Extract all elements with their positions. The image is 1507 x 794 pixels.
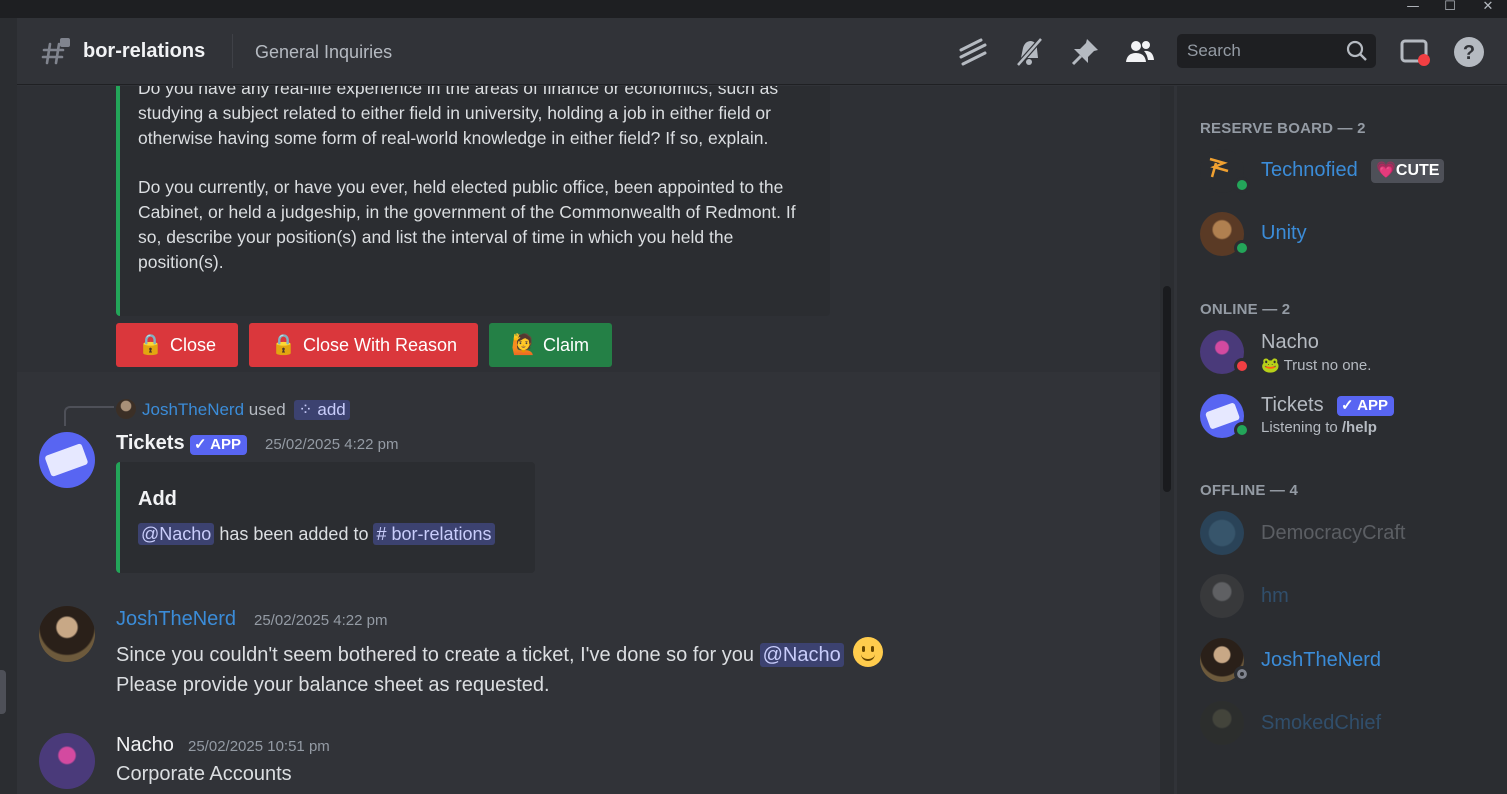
message-text: Corporate Accounts: [116, 763, 292, 785]
avatar: [1200, 701, 1244, 745]
member-section-header: RESERVE BOARD — 2: [1200, 120, 1366, 137]
help-icon[interactable]: ?: [1453, 36, 1485, 68]
member-name: JoshTheNerd: [1261, 649, 1382, 671]
member-section-header: OFFLINE — 4: [1200, 482, 1299, 499]
message-text: Please provide your balance sheet as req…: [116, 674, 550, 696]
avatar[interactable]: [39, 606, 95, 662]
claim-button-label: Claim: [543, 335, 590, 355]
user-mention[interactable]: @Nacho: [759, 643, 844, 667]
online-status-icon: [1234, 422, 1250, 438]
member-name: Tickets: [1261, 394, 1324, 416]
close-with-reason-label: Close With Reason: [303, 335, 458, 355]
close-button[interactable]: 🔒 Close: [116, 323, 238, 367]
avatar: [1200, 574, 1244, 618]
header-divider: [232, 34, 233, 68]
close-window-button[interactable]: ✕: [1470, 0, 1506, 18]
channel-topic[interactable]: General Inquiries: [255, 42, 392, 63]
avatar: [1200, 511, 1244, 555]
window-titlebar: — ☐ ✕: [0, 0, 1507, 18]
embed-form-text: Do you have any real-life experience in …: [138, 86, 796, 272]
command-name: add: [317, 400, 346, 419]
app-badge: ✓ APP: [190, 435, 248, 455]
member-tag: 💗CUTE: [1371, 159, 1445, 183]
avatar[interactable]: [39, 432, 95, 488]
inbox-icon[interactable]: [1399, 36, 1431, 68]
slash-command-chip[interactable]: ⁘ add: [294, 400, 350, 420]
message-line: Since you couldn't seem bothered to crea…: [116, 644, 755, 666]
member-name: SmokedChief: [1261, 712, 1382, 734]
embed-body: @Nacho has been added to # bor-relations: [138, 523, 495, 545]
member-section-header: ONLINE — 2: [1200, 301, 1291, 318]
message-author[interactable]: JoshTheNerd: [116, 608, 236, 631]
search-placeholder: Search: [1187, 41, 1241, 60]
reply-connector: [64, 406, 114, 426]
member-custom-status: 🐸 Trust no one.: [1261, 357, 1372, 374]
channel-name: bor-relations: [83, 40, 206, 62]
add-embed: Add @Nacho has been added to # bor-relat…: [116, 462, 535, 573]
message-timestamp: 25/02/2025 4:22 pm: [254, 612, 388, 629]
pin-icon[interactable]: [1069, 36, 1101, 68]
message-author[interactable]: Tickets: [116, 432, 185, 455]
reply-used-text: used: [248, 400, 286, 419]
server-indicator: [0, 670, 6, 714]
member-name: hm: [1261, 585, 1289, 607]
threads-icon[interactable]: [957, 36, 989, 68]
user-mention[interactable]: @Nacho: [138, 523, 215, 545]
lock-icon: 🔒: [138, 334, 163, 356]
message-list[interactable]: Do you have any real-life experience in …: [17, 86, 1160, 794]
slight-smile-emoji-icon: [853, 637, 884, 667]
search-icon: [1346, 40, 1367, 61]
raised-hand-person-icon: 🙋: [511, 334, 536, 356]
message-timestamp: 25/02/2025 10:51 pm: [188, 738, 330, 755]
scrollbar-thumb[interactable]: [1163, 286, 1171, 492]
embed-body-text: has been added to: [219, 524, 369, 544]
message-timestamp: 25/02/2025 4:22 pm: [265, 436, 399, 453]
activity-prefix: Listening to: [1261, 419, 1342, 436]
reply-username[interactable]: JoshTheNerd: [142, 400, 244, 419]
dnd-status-icon: [1234, 358, 1250, 374]
close-button-label: Close: [170, 335, 217, 355]
offline-status-icon: [1234, 666, 1250, 682]
svg-text:?: ?: [1463, 42, 1475, 64]
avatar[interactable]: [39, 733, 95, 789]
tickets-bot-logo: [44, 442, 90, 478]
member-list: RESERVE BOARD — 2 Technofied 💗CUTE Unity…: [1177, 86, 1507, 794]
activity-command: /help: [1341, 419, 1377, 436]
claim-button[interactable]: 🙋 Claim: [489, 323, 612, 367]
mute-bell-icon[interactable]: [1013, 36, 1045, 68]
close-with-reason-button[interactable]: 🔒 Close With Reason: [249, 323, 478, 367]
lock-icon: 🔒: [271, 334, 296, 356]
channel-mention[interactable]: # bor-relations: [373, 523, 495, 545]
avatar: [116, 399, 136, 419]
message-author[interactable]: Nacho: [116, 734, 174, 757]
minimize-button[interactable]: —: [1395, 0, 1431, 18]
channel-header: bor-relations General Inquiries Search ?: [17, 18, 1507, 85]
embed-title: Add: [138, 488, 177, 510]
app-badge: ✓ APP: [1337, 396, 1395, 416]
server-sidebar-edge: [0, 18, 17, 794]
member-name: Unity: [1261, 222, 1307, 244]
maximize-button[interactable]: ☐: [1432, 0, 1468, 18]
members-icon[interactable]: [1124, 36, 1156, 68]
chat-scrollbar[interactable]: [1160, 86, 1174, 794]
search-input[interactable]: Search: [1177, 34, 1376, 68]
member-name: DemocracyCraft: [1261, 522, 1406, 544]
online-status-icon: [1234, 240, 1250, 256]
member-name: Technofied: [1261, 159, 1358, 181]
thread-channel-icon: [41, 38, 70, 65]
online-status-icon: [1234, 177, 1250, 193]
member-activity: Listening to /help: [1261, 419, 1377, 436]
message-text: Since you couldn't seem bothered to crea…: [116, 637, 884, 667]
member-name: Nacho: [1261, 331, 1319, 353]
command-reply-preview[interactable]: JoshTheNerd used ⁘ add: [116, 399, 350, 420]
ticket-form-embed: Do you have any real-life experience in …: [116, 86, 830, 316]
